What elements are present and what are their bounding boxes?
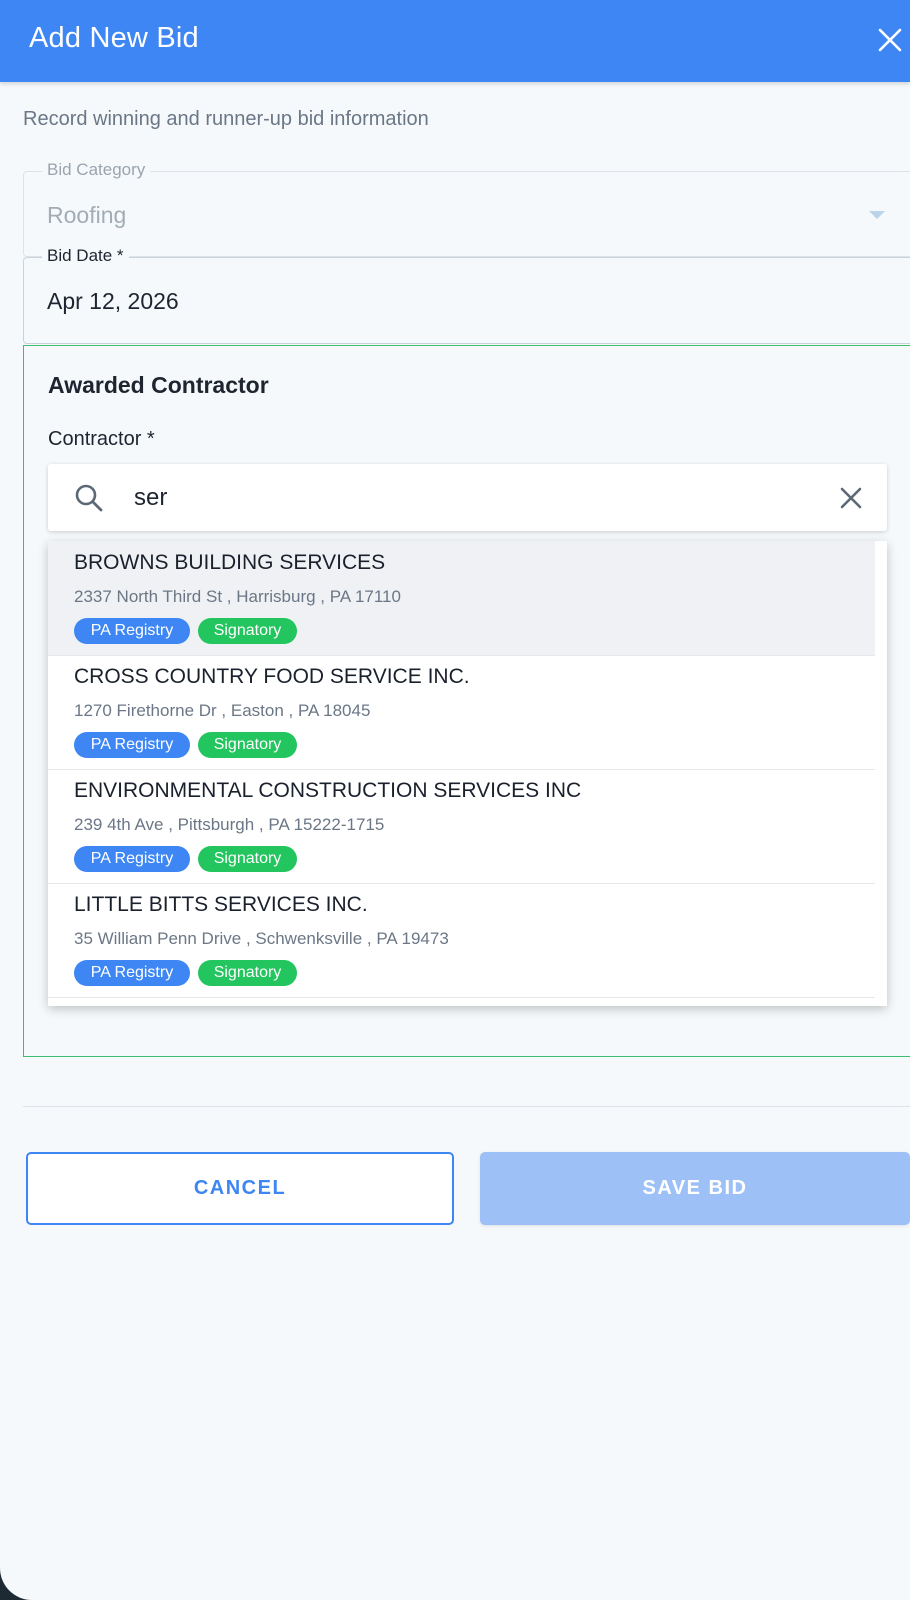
contractor-option[interactable]: BROWNS BUILDING SERVICES 2337 North Thir…	[48, 541, 875, 656]
signatory-badge: Signatory	[198, 960, 297, 986]
contractor-search	[48, 464, 887, 531]
pa-registry-badge: PA Registry	[74, 732, 190, 758]
close-icon[interactable]	[838, 485, 864, 511]
contractor-option[interactable]: CROSS COUNTRY FOOD SERVICE INC. 1270 Fir…	[48, 655, 875, 770]
contractor-search-input[interactable]	[132, 477, 776, 519]
bid-date-field[interactable]: Bid Date * Apr 12, 2026	[23, 246, 910, 344]
contractor-name: CROSS COUNTRY FOOD SERVICE INC.	[74, 665, 470, 688]
modal-header: Add New Bid	[0, 0, 910, 82]
actions-divider	[23, 1106, 910, 1107]
contractor-option[interactable]: LITTLE BITTS SERVICES INC. 35 William Pe…	[48, 883, 875, 998]
contractor-option[interactable]: ENVIRONMENTAL CONSTRUCTION SERVICES INC …	[48, 769, 875, 884]
contractor-address: 2337 North Third St , Harrisburg , PA 17…	[74, 587, 401, 606]
modal-subtitle: Record winning and runner-up bid informa…	[23, 108, 429, 130]
pa-registry-badge: PA Registry	[74, 846, 190, 872]
add-bid-modal: Add New Bid Record winning and runner-up…	[0, 0, 910, 1600]
cancel-button[interactable]: CANCEL	[26, 1152, 454, 1225]
contractor-address: 1270 Firethorne Dr , Easton , PA 18045	[74, 701, 371, 720]
pa-registry-badge: PA Registry	[74, 960, 190, 986]
save-bid-button[interactable]: SAVE BID	[480, 1152, 910, 1225]
close-icon[interactable]	[876, 26, 904, 54]
awarded-contractor-title: Awarded Contractor	[48, 372, 269, 398]
bid-category-value: Roofing	[47, 202, 127, 228]
signatory-badge: Signatory	[198, 618, 297, 644]
pa-registry-badge: PA Registry	[74, 618, 190, 644]
signatory-badge: Signatory	[198, 732, 297, 758]
contractor-address: 239 4th Ave , Pittsburgh , PA 15222-1715	[74, 815, 385, 834]
bid-category-select[interactable]: Bid Category Roofing	[23, 160, 910, 257]
bid-date-label: Bid Date *	[42, 246, 129, 266]
search-icon	[75, 484, 103, 512]
bid-category-label: Bid Category	[42, 160, 151, 180]
contractor-name: LITTLE BITTS SERVICES INC.	[74, 893, 368, 916]
modal-title: Add New Bid	[29, 22, 199, 54]
contractor-name: ENVIRONMENTAL CONSTRUCTION SERVICES INC	[74, 779, 582, 802]
contractor-address: 35 William Penn Drive , Schwenksville , …	[74, 929, 449, 948]
contractor-results-list: BROWNS BUILDING SERVICES 2337 North Thir…	[48, 541, 887, 1006]
contractor-label: Contractor *	[48, 428, 155, 450]
signatory-badge: Signatory	[198, 846, 297, 872]
bid-date-value: Apr 12, 2026	[47, 288, 179, 314]
chevron-down-icon	[869, 211, 885, 219]
contractor-name: BROWNS BUILDING SERVICES	[74, 551, 386, 574]
